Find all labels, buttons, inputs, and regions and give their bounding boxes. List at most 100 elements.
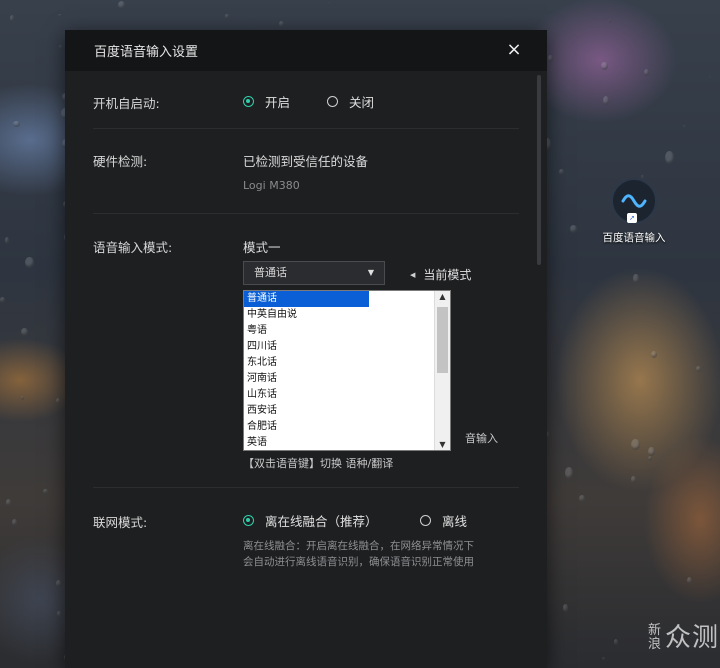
rain-drop [643,69,649,77]
shortcut-hint-text: 【双击语音键】切换 语种/翻译 [243,457,394,470]
rain-drop [20,327,28,337]
watermark-line1: 新 [648,623,663,638]
radio-unchecked-icon [327,96,338,107]
rain-drop [0,297,5,303]
current-mode-hint: ◀ 当前模式 [410,266,471,283]
rain-drop [601,656,605,660]
rain-drop [547,55,553,63]
startup-label: 开机自启动: [93,96,160,111]
baidu-voice-app-icon: ➚ [611,178,657,224]
dropdown-scrollbar[interactable]: ▲ ▼ [434,291,450,450]
rain-drop [602,96,609,105]
radio-checked-icon [243,515,254,526]
dropdown-option[interactable]: 四川话 [244,339,369,355]
rain-drop [12,120,20,128]
network-description: 离在线融合：开启离在线融合，在网络异常情况下会自动进行离线语音识别，确保语音识别… [243,540,474,568]
current-mode-hint-text: 当前模式 [423,268,472,282]
sina-zhongce-watermark: 新 浪 众测 [648,623,720,653]
dropdown-option[interactable]: 中英自由说 [244,307,369,323]
rain-drop [665,151,675,164]
rain-drop [601,62,608,70]
rain-drop [708,75,712,80]
rain-drop [633,274,639,283]
rain-drop [562,603,569,612]
network-offline-radio[interactable]: 离线 [420,511,467,530]
voice-mode-name: 模式一 [243,240,281,255]
dropdown-option[interactable]: 粤语 [244,323,369,339]
rain-drop [631,439,640,450]
rain-drop [58,13,62,18]
close-icon[interactable]: × [503,38,525,62]
rain-drop [683,124,687,129]
network-offline-label: 离线 [442,514,468,529]
startup-row: 开机自启动: 开启 关闭 [93,71,519,129]
rain-drop [569,225,577,234]
rain-drop [558,168,564,175]
rain-drop [695,366,701,372]
rain-drop [117,0,126,9]
dropdown-option[interactable]: 东北话 [244,355,369,371]
rain-drop [579,495,586,503]
hardware-label: 硬件检测: [93,154,148,169]
rain-drop [613,639,618,645]
caret-left-icon: ◀ [410,270,416,279]
voice-mode-label: 语音输入模式: [93,240,173,255]
rain-drop [608,19,612,24]
chevron-down-icon: ▼ [367,268,374,277]
startup-on-label: 开启 [265,95,291,110]
dialog-titlebar: 百度语音输入设置 × [65,30,547,71]
rain-drop [56,611,62,617]
network-hybrid-radio[interactable]: 离在线融合（推荐） [243,511,378,530]
rain-drop [278,21,284,27]
radio-unchecked-icon [420,515,431,526]
watermark-line2: 浪 [648,637,663,652]
dialog-scrollbar[interactable] [537,75,541,265]
radio-checked-icon [243,96,254,107]
rain-drop [686,577,692,585]
rain-drop [11,518,18,526]
watermark-brand: 众测 [665,623,720,653]
rain-drop [647,455,652,462]
rain-drop [10,15,15,22]
mode-partial-text: 音输入 [465,432,498,445]
rain-drop [650,350,658,358]
dropdown-option[interactable]: 西安话 [244,403,369,419]
rain-drop [6,499,12,506]
rain-drop [648,447,655,457]
rain-drop [21,396,25,401]
rain-drop [25,256,34,269]
startup-on-radio[interactable]: 开启 [243,92,290,111]
rain-drop [59,45,62,49]
network-row: 联网模式: 离在线融合（推荐） 离线 离在线融合：开启离在线融合，在网络异常情况… [93,488,519,608]
shortcut-arrow-icon: ➚ [627,213,637,223]
network-label: 联网模式: [93,515,148,530]
desktop-shortcut-baidu-voice[interactable]: ➚ 百度语音输入 [596,178,672,245]
rain-drop [56,580,62,587]
hardware-device: Logi M380 [243,179,300,192]
startup-off-label: 关闭 [349,95,375,110]
voice-mode-dropdown-list[interactable]: 普通话 中英自由说 粤语 四川话 东北话 河南话 山东话 西安话 合肥话 英语 … [243,290,451,451]
startup-off-radio[interactable]: 关闭 [327,92,374,111]
rain-drop [5,237,9,244]
hardware-status: 已检测到受信任的设备 [243,154,369,169]
rain-drop [564,467,574,479]
voice-mode-select[interactable]: 普通话 ▼ [243,261,385,285]
scroll-thumb[interactable] [437,307,448,373]
desktop-icon-label: 百度语音输入 [602,232,666,244]
scroll-up-icon[interactable]: ▲ [435,292,450,301]
rain-drop [43,489,48,494]
dropdown-option[interactable]: 山东话 [244,387,369,403]
rain-drop [225,14,229,19]
voice-mode-select-value: 普通话 [254,266,287,279]
dropdown-option[interactable]: 英语 [244,435,369,451]
dialog-title: 百度语音输入设置 [94,45,199,60]
hardware-row: 硬件检测: 已检测到受信任的设备 Logi M380 [93,129,519,214]
rain-drop [630,476,637,484]
dropdown-option[interactable]: 河南话 [244,371,369,387]
dropdown-option[interactable]: 普通话 [244,291,369,307]
scroll-down-icon[interactable]: ▼ [435,440,450,449]
dropdown-option[interactable]: 合肥话 [244,419,369,435]
rain-drop [56,397,61,404]
network-hybrid-label: 离在线融合（推荐） [265,514,378,529]
rain-drop [327,2,330,6]
